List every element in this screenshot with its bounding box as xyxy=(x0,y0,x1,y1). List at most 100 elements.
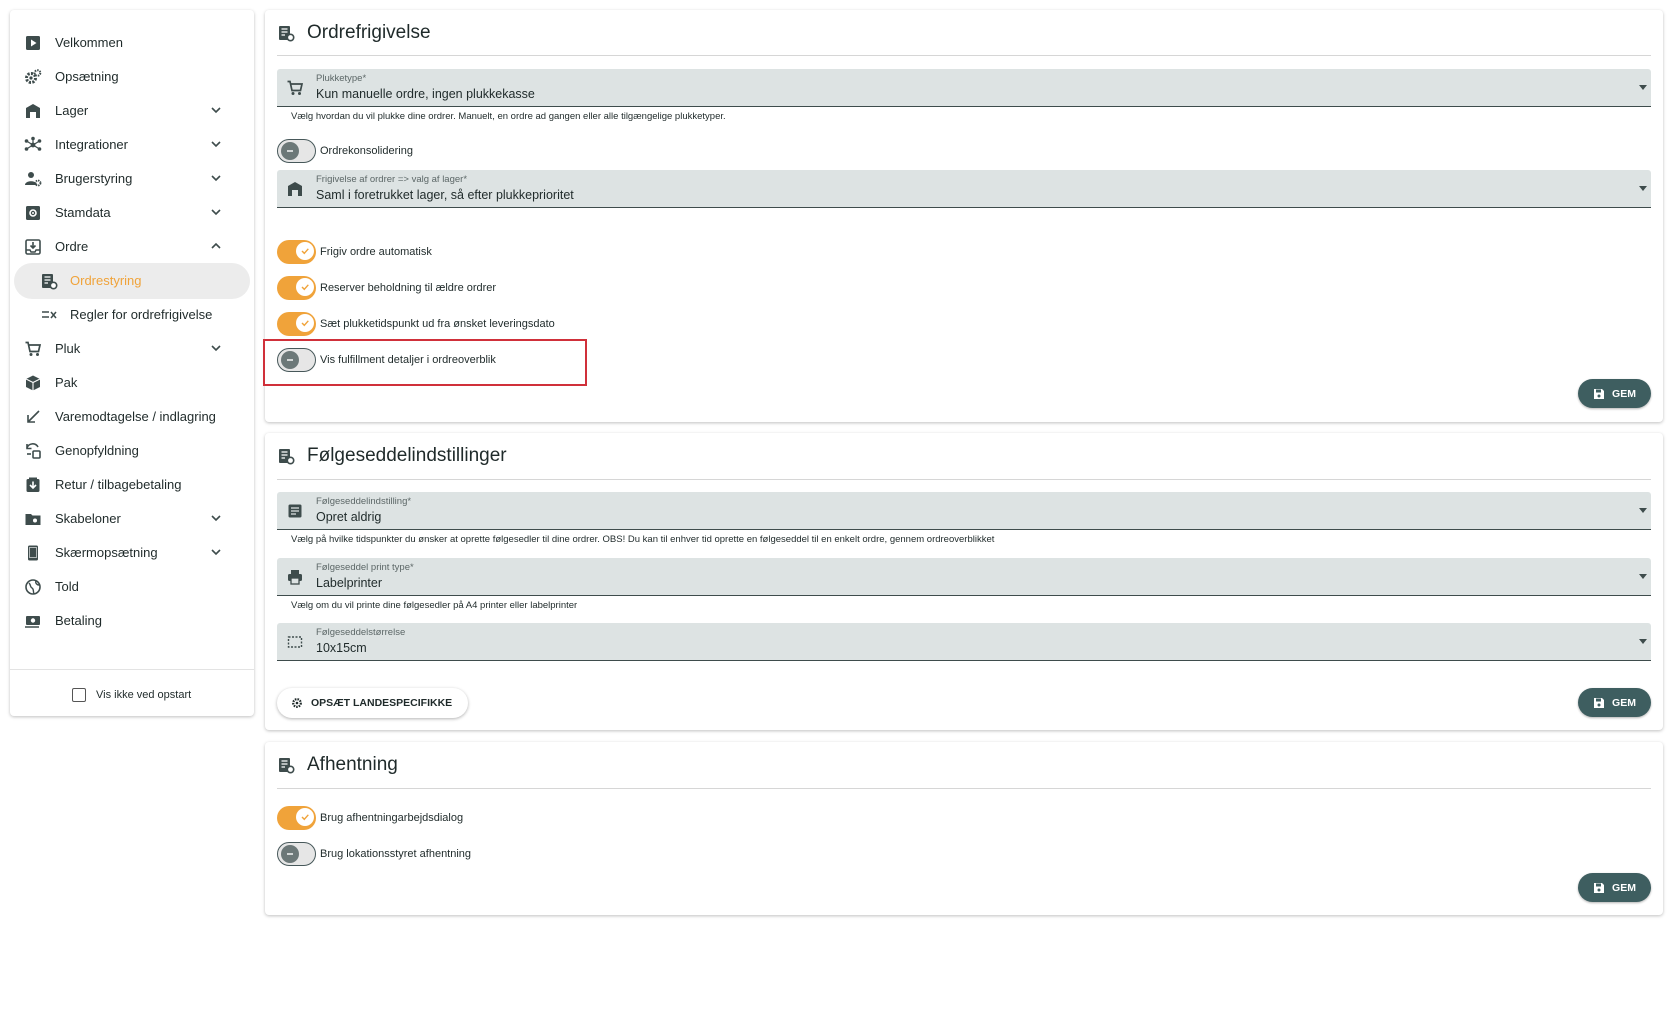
sidebar-item-label: Pak xyxy=(55,375,78,390)
cogs-icon xyxy=(25,69,42,84)
sidebar-item-lager[interactable]: Lager xyxy=(10,93,254,129)
reserver-beholdning-toggle[interactable] xyxy=(277,276,316,300)
startup-checkbox-row[interactable]: Vis ikke ved opstart xyxy=(72,688,191,702)
user-cog-icon xyxy=(25,172,42,187)
check-icon xyxy=(301,814,309,821)
sidebar-item-label: Ordre xyxy=(55,239,89,254)
minus-icon xyxy=(287,852,293,855)
button-label: OPSÆT LANDESPECIFIKKE xyxy=(311,697,453,709)
sidebar-item-regler-for-ordrefrigivelse[interactable]: Regler for ordrefrigivelse xyxy=(10,297,254,333)
lokationsstyret-toggle[interactable] xyxy=(277,842,316,866)
card-header: Afhentning xyxy=(277,754,398,776)
sidebar-item-label: Skabeloner xyxy=(55,511,121,526)
field-label: Følgeseddelstørrelse xyxy=(316,627,406,638)
sidebar-item-pluk[interactable]: Pluk xyxy=(10,331,254,367)
toggle-row-lokationsstyret: Brug lokationsstyret afhentning xyxy=(277,841,471,867)
minus-icon xyxy=(287,358,293,361)
chevron-down-icon xyxy=(211,175,221,182)
field-label: Frigivelse af ordrer => valg af lager* xyxy=(316,174,468,185)
cart-icon xyxy=(287,80,304,95)
sidebar-item-label: Varemodtagelse / indlagring xyxy=(55,409,216,424)
warehouse-icon xyxy=(288,182,302,196)
rule-list-icon xyxy=(42,311,57,319)
folgeseddel-card: Følgeseddelindstillinger Følgeseddelinds… xyxy=(265,433,1663,730)
dropdown-arrow-icon xyxy=(1639,574,1647,579)
tablet-icon xyxy=(28,545,38,561)
sidebar-item-ordre[interactable]: Ordre xyxy=(10,229,254,265)
frigivelse-lager-select[interactable]: Frigivelse af ordrer => valg af lager* S… xyxy=(277,170,1651,208)
afhentning-card: Afhentning Brug afhentningarbejdsdialog … xyxy=(265,742,1663,915)
card-title: Ordrefrigivelse xyxy=(307,22,431,43)
chevron-down-icon xyxy=(211,515,221,522)
globe-icon xyxy=(25,579,41,595)
plukketidspunkt-toggle[interactable] xyxy=(277,312,316,336)
folgeseddel-storrelse-select[interactable]: Følgeseddelstørrelse 10x15cm xyxy=(277,623,1651,661)
sidebar-item-brugerstyring[interactable]: Brugerstyring xyxy=(10,161,254,197)
warehouse-icon xyxy=(26,104,40,118)
package-icon xyxy=(25,375,41,391)
toggle-row-frigiv-automatisk: Frigiv ordre automatisk xyxy=(277,239,432,265)
receipt-gear-icon xyxy=(279,758,295,774)
fulfillment-detaljer-toggle[interactable] xyxy=(277,348,316,372)
sidebar-item-label: Lager xyxy=(55,103,89,118)
toggle-label: Sæt plukketidspunkt ud fra ønsket leveri… xyxy=(320,318,555,330)
sidebar-item-pak[interactable]: Pak xyxy=(10,365,254,401)
ordrefrigivelse-save-button[interactable]: GEM xyxy=(1578,379,1651,408)
opsaet-landespecifikke-button[interactable]: OPSÆT LANDESPECIFIKKE xyxy=(277,688,469,718)
sidebar-item-velkommen[interactable]: Velkommen xyxy=(10,25,254,61)
sidebar-item-told[interactable]: Told xyxy=(10,569,254,605)
toggle-label: Frigiv ordre automatisk xyxy=(320,246,432,258)
startup-checkbox-label: Vis ikke ved opstart xyxy=(96,689,192,701)
card-divider xyxy=(277,788,1651,789)
folder-icon xyxy=(25,514,41,525)
sidebar-item-skabeloner[interactable]: Skabeloner xyxy=(10,501,254,537)
hub-icon xyxy=(24,136,42,151)
sidebar: Velkommen Opsætning Lager Integrationer … xyxy=(10,10,254,716)
field-label: Plukketype* xyxy=(316,73,367,84)
sidebar-item-retur[interactable]: Retur / tilbagebetaling xyxy=(10,467,254,503)
toggle-row-fulfillment-detaljer: Vis fulfillment detaljer i ordreoverblik xyxy=(277,347,496,373)
sidebar-item-betaling[interactable]: Betaling xyxy=(10,603,254,639)
toggle-row-afhentningarbejdsdialog: Brug afhentningarbejdsdialog xyxy=(277,805,463,831)
ordrekonsolidering-toggle[interactable] xyxy=(277,139,316,163)
afhentning-save-button[interactable]: GEM xyxy=(1578,873,1651,902)
startup-checkbox[interactable] xyxy=(72,688,86,702)
sidebar-item-integrationer[interactable]: Integrationer xyxy=(10,127,254,163)
sidebar-divider xyxy=(10,669,254,670)
sidebar-item-opsaetning[interactable]: Opsætning xyxy=(10,59,254,95)
sidebar-item-label: Skærmopsætning xyxy=(55,545,158,560)
check-icon xyxy=(301,284,309,291)
sidebar-item-ordrestyring[interactable]: Ordrestyring xyxy=(10,263,254,299)
card-divider xyxy=(277,479,1651,480)
save-button-label: GEM xyxy=(1612,696,1636,709)
sidebar-item-varemodtagelse[interactable]: Varemodtagelse / indlagring xyxy=(10,399,254,435)
sidebar-item-genopfyldning[interactable]: Genopfyldning xyxy=(10,433,254,469)
toggle-knob xyxy=(281,141,299,160)
card-divider xyxy=(277,55,1651,56)
sidebar-item-label: Betaling xyxy=(55,613,102,628)
folgeseddel-printtype-select[interactable]: Følgeseddel print type* Labelprinter xyxy=(277,558,1651,596)
inbox-icon xyxy=(25,239,41,255)
folgeseddel-indstilling-select[interactable]: Følgeseddelindstilling* Opret aldrig xyxy=(277,492,1651,530)
receipt-gear-icon xyxy=(42,274,58,290)
save-icon xyxy=(1594,697,1605,708)
sidebar-item-stamdata[interactable]: Stamdata xyxy=(10,195,254,231)
sidebar-item-label: Ordrestyring xyxy=(70,273,142,288)
folgeseddel-save-button[interactable]: GEM xyxy=(1578,688,1651,717)
sidebar-item-skaermopsaetning[interactable]: Skærmopsætning xyxy=(10,535,254,571)
toggle-knob xyxy=(296,278,314,296)
frigiv-automatisk-toggle[interactable] xyxy=(277,240,316,264)
cash-icon xyxy=(25,616,40,628)
afhentningarbejdsdialog-toggle[interactable] xyxy=(277,806,316,830)
field-value: Labelprinter xyxy=(316,576,383,590)
toggle-label: Reserver beholdning til ældre ordrer xyxy=(320,282,497,294)
dropdown-arrow-icon xyxy=(1639,508,1647,513)
dropdown-arrow-icon xyxy=(1639,639,1647,644)
plukketype-select[interactable]: Plukketype* Kun manuelle ordre, ingen pl… xyxy=(277,69,1651,107)
app-root: Velkommen Opsætning Lager Integrationer … xyxy=(0,0,1673,1011)
toggle-label: Brug afhentningarbejdsdialog xyxy=(320,812,464,824)
refill-icon xyxy=(26,443,41,459)
cart-icon xyxy=(25,341,42,356)
toggle-knob xyxy=(281,350,299,369)
card-title: Afhentning xyxy=(307,754,398,775)
